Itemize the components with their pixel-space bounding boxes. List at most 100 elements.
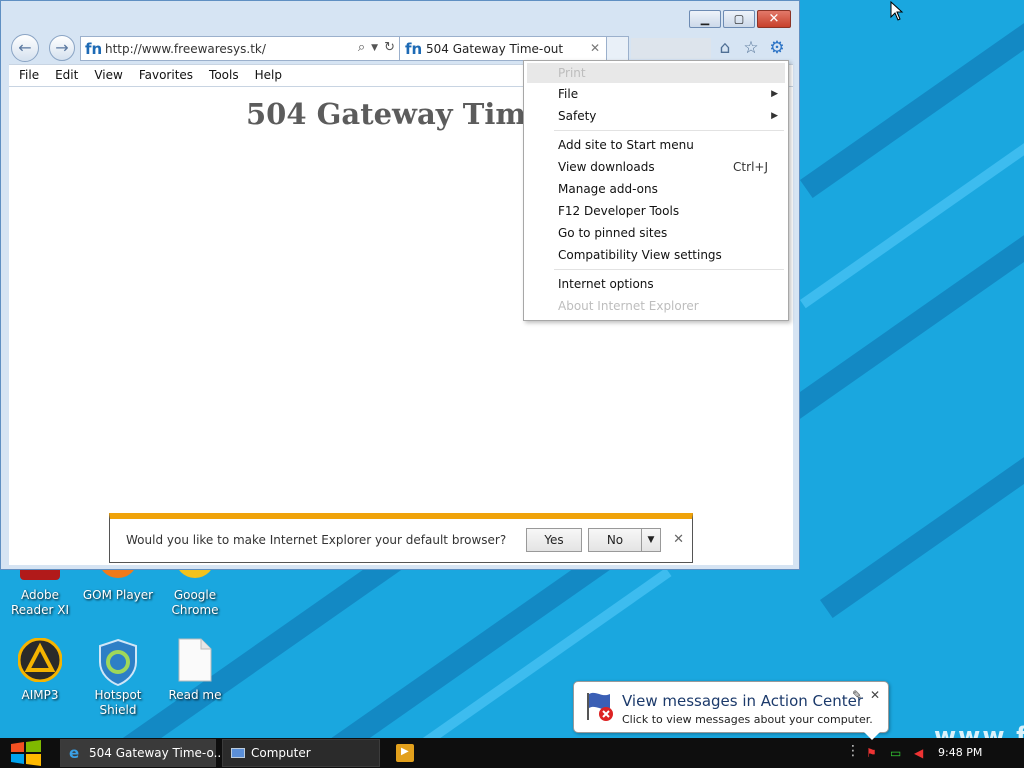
desktop-icon-hotspot-shield[interactable]: Hotspot Shield [78,638,158,718]
search-icon[interactable]: ⌕ [358,40,365,56]
wrench-icon[interactable]: ✎ [852,688,862,702]
tools-menu-manage-addons[interactable]: Manage add-ons [558,179,768,199]
tab-close-icon[interactable]: ✕ [590,41,600,55]
default-browser-notification: Would you like to make Internet Explorer… [109,513,693,563]
tools-menu-f12-tools[interactable]: F12 Developer Tools [558,201,768,221]
menu-item-label: Safety [558,109,597,123]
balloon-body: Click to view messages about your comput… [622,713,873,726]
tools-menu-add-site[interactable]: Add site to Start menu [558,135,768,155]
windows-start-icon[interactable] [8,740,44,766]
ie-icon: e [69,744,80,762]
menu-file[interactable]: File [11,65,47,86]
back-button[interactable]: ← [11,34,39,62]
maximize-icon: ▢ [733,12,745,26]
tools-menu-pinned-sites[interactable]: Go to pinned sites [558,223,768,243]
tools-menu: Print File ▶ Safety ▶ Add site to Start me… [523,60,789,321]
submenu-arrow-icon: ▶ [771,89,778,99]
address-bar[interactable]: fn http://www.freewaresys.tk/ ⌕ ▼ ↻ [80,36,400,61]
menu-item-label: Add site to Start menu [558,138,694,152]
desktop-icon-aimp[interactable]: AIMP3 [0,637,80,703]
menu-view[interactable]: View [86,65,130,86]
menu-item-label: F12 Developer Tools [558,204,680,218]
no-button[interactable]: No [588,528,642,552]
tab-strip-empty [631,38,711,59]
notification-close-icon[interactable]: ✕ [673,532,684,547]
tools-menu-print[interactable]: Print [558,63,768,83]
wallpaper-stripe [820,370,1024,619]
network-icon[interactable]: ▭ [890,746,901,760]
tools-menu-compat-view[interactable]: Compatibility View settings [558,245,768,265]
menu-item-label: Compatibility View settings [558,248,722,262]
gear-icon[interactable]: ⚙ [767,38,787,58]
maximize-button[interactable]: ▢ [723,10,755,28]
menu-favorites[interactable]: Favorites [131,65,201,86]
shortcut-label: Ctrl+J [733,160,768,174]
desktop-icon-label: Read me [168,688,222,702]
menu-tools[interactable]: Tools [201,65,247,86]
minimize-button[interactable]: ▁ [689,10,721,28]
tools-menu-internet-options[interactable]: Internet options [558,274,768,294]
forward-button[interactable]: → [49,35,75,61]
balloon-title: View messages in Action Center [622,692,864,710]
tab-active[interactable]: fn 504 Gateway Time-out ✕ [399,36,607,61]
command-icons: ⌂ ☆ ⚙ [715,38,787,58]
hotspot-shield-icon [96,638,140,687]
taskbar-item-computer[interactable]: Computer [222,739,380,767]
menu-item-label: Print [558,66,586,80]
minimize-icon: ▁ [700,12,710,26]
taskbar: e 504 Gateway Time-o... Computer ▶ ⋮ ⚑ ▭… [0,738,1024,768]
menu-edit[interactable]: Edit [47,65,86,86]
balloon-close-icon[interactable]: ✕ [870,688,880,702]
back-arrow-icon: ← [18,38,32,57]
desktop-icon-label: AIMP3 [21,688,59,702]
menu-item-label: Internet options [558,277,654,291]
favorites-star-icon[interactable]: ☆ [741,38,761,58]
aimp-icon [17,637,63,683]
dropdown-arrow-icon[interactable]: ▼ [371,40,378,56]
new-tab-button[interactable] [607,36,629,61]
menu-item-label: View downloads [558,160,655,174]
tray-overflow-icon[interactable]: ⋮ [846,743,860,759]
menu-item-label: Go to pinned sites [558,226,668,240]
yes-button[interactable]: Yes [526,528,582,552]
desktop-icon-label: Adobe Reader XI [10,588,70,617]
tools-menu-safety[interactable]: Safety ▶ [558,106,778,126]
desktop-icon-label: GOM Player [82,588,154,602]
desktop-icon-label: Google Chrome [171,588,219,617]
desktop-icon-read-me[interactable]: Read me [155,638,235,703]
taskbar-clock[interactable]: 9:48 PM [938,746,982,759]
taskbar-item-label: 504 Gateway Time-o... [89,746,226,760]
home-icon[interactable]: ⌂ [715,38,735,58]
document-icon [173,638,217,682]
address-input[interactable]: http://www.freewaresys.tk/ [105,42,266,56]
dropdown-arrow-icon: ▼ [647,535,655,545]
taskbar-item-ie[interactable]: e 504 Gateway Time-o... [60,739,225,767]
close-icon: ✕ [768,11,780,27]
taskbar-item-label: Computer [251,746,311,760]
desktop-icon-label: Hotspot Shield [94,688,142,717]
action-center-flag-icon [587,692,613,721]
tools-menu-view-downloads[interactable]: View downloads Ctrl+J [558,157,768,177]
tools-menu-file[interactable]: File ▶ [558,84,778,104]
no-dropdown-button[interactable]: ▼ [641,528,661,552]
menu-help[interactable]: Help [247,65,290,86]
forward-arrow-icon: → [55,38,69,57]
menu-separator [554,269,784,270]
submenu-arrow-icon: ▶ [771,111,778,121]
action-center-balloon[interactable]: View messages in Action Center Click to … [573,681,889,740]
media-player-icon[interactable]: ▶ [396,744,414,762]
tab-title: 504 Gateway Time-out [426,42,564,56]
refresh-icon[interactable]: ↻ [384,40,395,56]
tools-menu-about-ie[interactable]: About Internet Explorer [558,296,768,316]
action-center-tray-icon[interactable]: ⚑ [866,746,877,760]
balloon-tail [864,732,880,740]
computer-icon [231,748,245,758]
menu-item-label: About Internet Explorer [558,299,699,313]
site-favicon: fn [85,40,103,58]
volume-muted-icon[interactable]: ◀ [914,746,923,760]
close-button[interactable]: ✕ [757,10,791,28]
menu-item-label: File [558,87,579,101]
notification-text: Would you like to make Internet Explorer… [126,533,507,547]
menu-separator [554,130,784,131]
window-controls: ▁ ▢ ✕ [689,10,791,28]
